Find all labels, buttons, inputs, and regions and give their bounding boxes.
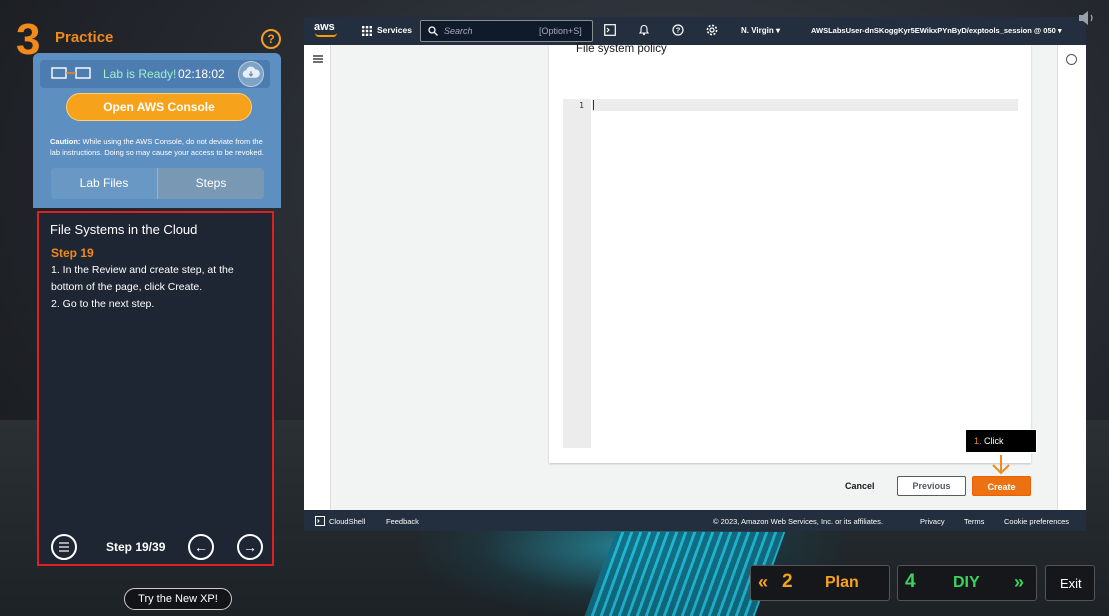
volume-icon[interactable]	[1078, 10, 1098, 26]
previous-button[interactable]: Previous	[897, 476, 966, 496]
arrow-down-icon	[992, 455, 1010, 475]
diy-label: DIY	[953, 574, 980, 591]
hamburger-menu-icon[interactable]	[313, 55, 323, 63]
region-selector[interactable]: N. Virgin ▾	[741, 26, 780, 35]
step-instructions: 1. In the Review and create step, at the…	[51, 262, 261, 313]
double-chevron-right-icon: »	[1014, 572, 1025, 592]
editor-line-number: 1	[579, 101, 584, 110]
region-label: N. Virgin	[741, 26, 774, 35]
info-panel-icon[interactable]	[1066, 54, 1077, 65]
gear-icon[interactable]	[706, 24, 718, 36]
chevron-down-icon: ▾	[775, 26, 780, 35]
plan-button[interactable]	[750, 565, 890, 601]
policy-code-editor[interactable]	[563, 99, 1018, 448]
lab-tabs: Lab Files Steps	[51, 168, 264, 199]
tab-steps[interactable]: Steps	[157, 168, 264, 199]
card-title: File system policy	[576, 43, 667, 55]
lab-timer: 02:18:02	[178, 67, 225, 81]
caution-body: While using the AWS Console, do not devi…	[50, 137, 264, 157]
account-menu[interactable]: AWSLabsUser-dnSKoggKyr5EWikxPYnByD/expto…	[811, 26, 1062, 35]
double-chevron-left-icon: «	[758, 572, 769, 592]
click-tooltip: 1. Click	[965, 429, 1037, 453]
exit-label: Exit	[1060, 576, 1082, 591]
footer-copyright: © 2023, Amazon Web Services, Inc. or its…	[713, 517, 883, 526]
editor-active-line	[592, 99, 1018, 111]
lab-status-text: Lab is Ready!	[103, 67, 177, 81]
services-menu[interactable]: Services	[377, 25, 412, 35]
chevron-down-icon: ▾	[1057, 26, 1062, 35]
caution-text: Caution: While using the AWS Console, do…	[50, 136, 272, 158]
search-placeholder: Search	[444, 26, 473, 36]
try-new-xp-button[interactable]: Try the New XP!	[124, 588, 232, 610]
help-circle-icon[interactable]: ?	[672, 24, 684, 36]
footer-privacy[interactable]: Privacy	[920, 517, 945, 526]
editor-gutter	[563, 99, 591, 448]
tooltip-number: 1.	[974, 436, 982, 446]
aws-logo[interactable]: aws	[314, 21, 335, 33]
bell-icon[interactable]	[638, 24, 650, 36]
plan-number: 2	[782, 571, 793, 592]
step-number: Step 19	[51, 246, 94, 260]
svg-text:?: ?	[676, 26, 681, 35]
lab-connection-icon	[51, 67, 91, 79]
step-line: 2. Go to the next step.	[51, 298, 155, 310]
practice-title: Practice	[55, 29, 114, 46]
footer-cookie-preferences[interactable]: Cookie preferences	[1004, 517, 1069, 526]
tooltip-text: Click	[981, 436, 1004, 446]
aws-logo-smile	[315, 33, 337, 37]
services-grid-icon	[362, 26, 372, 36]
search-icon	[428, 26, 438, 36]
account-label: AWSLabsUser-dnSKoggKyr5EWikxPYnByD/expto…	[811, 26, 1056, 35]
list-icon	[59, 542, 69, 552]
footer-feedback[interactable]: Feedback	[386, 517, 419, 526]
aws-right-nav	[1057, 45, 1086, 510]
footer-cloudshell[interactable]: CloudShell	[329, 517, 365, 526]
step-counter: Step 19/39	[106, 540, 166, 554]
arrow-right-icon: →	[243, 539, 257, 555]
tab-lab-files[interactable]: Lab Files	[51, 168, 157, 199]
caution-prefix: Caution:	[50, 137, 81, 146]
footer-terms[interactable]: Terms	[964, 517, 984, 526]
cloud-download-icon[interactable]	[238, 61, 264, 87]
help-icon[interactable]: ?	[261, 29, 281, 49]
next-step-button[interactable]: →	[237, 534, 263, 560]
steps-title: File Systems in the Cloud	[50, 222, 198, 237]
step-line: 1. In the Review and create step, at the…	[51, 264, 234, 293]
create-button[interactable]: Create	[972, 476, 1031, 496]
diy-number: 4	[905, 571, 916, 592]
plan-label: Plan	[825, 574, 859, 591]
cloudshell-icon[interactable]	[604, 24, 616, 36]
arrow-left-icon: ←	[194, 539, 208, 555]
previous-step-button[interactable]: ←	[188, 534, 214, 560]
step-list-button[interactable]	[51, 534, 77, 560]
cloudshell-footer-icon	[315, 516, 325, 526]
editor-cursor	[593, 100, 594, 110]
aws-left-nav	[304, 45, 331, 510]
search-shortcut: [Option+S]	[539, 26, 582, 36]
cancel-button[interactable]: Cancel	[845, 481, 875, 491]
open-aws-console-button[interactable]: Open AWS Console	[66, 93, 252, 121]
